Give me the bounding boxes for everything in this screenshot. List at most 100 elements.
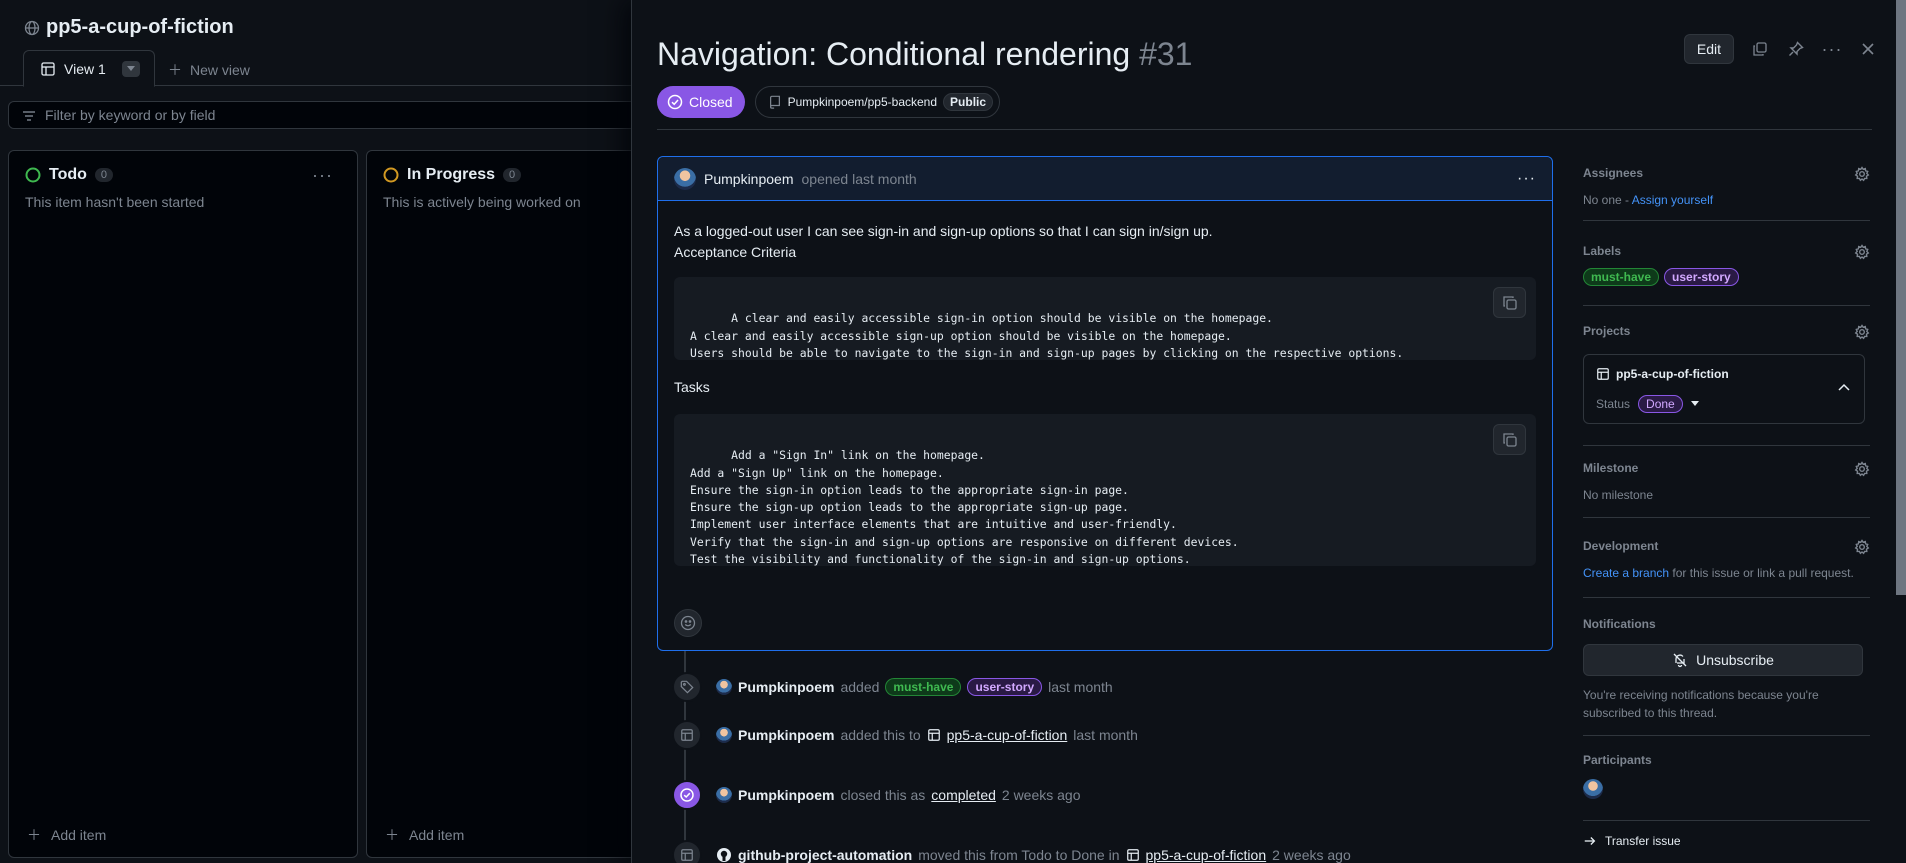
completed-link[interactable]: completed (931, 787, 996, 803)
transfer-issue-button[interactable]: Transfer issue (1583, 834, 1681, 848)
divider (1583, 517, 1870, 518)
filter-input[interactable]: Filter by keyword or by field (8, 101, 648, 129)
visibility-badge: Public (943, 93, 994, 111)
label-user-story[interactable]: user-story (1664, 268, 1739, 286)
timeline-event-closed: Pumpkinpoem closed this as completed 2 w… (672, 780, 1081, 810)
column-count: 0 (94, 168, 114, 182)
labels-section: Labels must-have user-story (1583, 244, 1870, 286)
repo-icon (768, 95, 782, 109)
close-icon[interactable] (1858, 39, 1878, 59)
check-circle-icon (667, 94, 683, 110)
section-title: Milestone (1583, 461, 1639, 475)
section-title: Notifications (1583, 617, 1656, 631)
table-icon (672, 720, 702, 750)
table-icon (40, 61, 56, 77)
create-branch-link[interactable]: Create a branch (1583, 566, 1669, 580)
project-title-text: pp5-a-cup-of-fiction (46, 16, 234, 38)
caret-down-icon[interactable] (1690, 401, 1699, 407)
pin-icon[interactable] (1786, 39, 1806, 59)
section-title: Projects (1583, 324, 1631, 338)
table-icon (1596, 367, 1610, 381)
gear-icon[interactable] (1854, 244, 1870, 260)
code-block-tasks: Add a "Sign In" link on the homepage. Ad… (674, 414, 1536, 566)
copy-link-icon[interactable] (1750, 39, 1770, 59)
avatar[interactable] (674, 167, 696, 190)
repo-name: Pumpkinpoem/pp5-backend (787, 95, 938, 109)
gear-icon[interactable] (1854, 461, 1870, 477)
project-title: pp5-a-cup-of-fiction (24, 16, 234, 39)
comment-menu-icon[interactable]: ··· (1517, 170, 1536, 188)
chevron-up-icon[interactable] (1838, 383, 1850, 391)
assignees-section: Assignees No one - Assign yourself (1583, 166, 1870, 207)
comment-meta: opened last month (801, 170, 917, 187)
tag-icon (672, 672, 702, 702)
label-must-have[interactable]: must-have (885, 678, 962, 696)
status-done-badge[interactable]: Done (1638, 395, 1683, 413)
more-options-icon[interactable]: ··· (1822, 39, 1842, 59)
divider (1583, 735, 1870, 736)
timeline-event-project-added: Pumpkinpoem added this to pp5-a-cup-of-f… (672, 720, 1138, 750)
section-title: Participants (1583, 753, 1652, 767)
project-name-row[interactable]: pp5-a-cup-of-fiction (1596, 367, 1729, 381)
section-title: Labels (1583, 244, 1622, 258)
issue-side-panel: Navigation: Conditional rendering #31 Ed… (631, 0, 1906, 863)
gear-icon[interactable] (1854, 324, 1870, 340)
column-name: Todo (49, 166, 87, 183)
tab-view-1[interactable]: View 1 (23, 50, 155, 87)
comment-author[interactable]: Pumpkinpoem (704, 171, 794, 187)
table-icon (1126, 848, 1140, 862)
plus-icon: ＋ (385, 827, 399, 843)
avatar[interactable] (716, 787, 732, 803)
arrow-right-icon (1583, 834, 1597, 848)
filter-placeholder: Filter by keyword or by field (45, 107, 216, 123)
gear-icon[interactable] (1854, 166, 1870, 182)
status-circle-icon (383, 167, 399, 183)
column-todo: Todo 0 ··· This item hasn't been started… (8, 150, 358, 858)
bell-slash-icon (1672, 652, 1688, 668)
add-reaction-smiley-icon[interactable] (674, 609, 702, 637)
add-item-button[interactable]: ＋ Add item (27, 825, 106, 845)
issue-state-row: Closed Pumpkinpoem/pp5-backend Public (657, 86, 1001, 118)
column-header: Todo 0 (25, 166, 114, 184)
gear-icon[interactable] (1854, 539, 1870, 555)
view-options-chevron-icon[interactable] (122, 61, 140, 77)
section-title: Assignees (1583, 166, 1644, 180)
issue-title: Navigation: Conditional rendering #31 (657, 36, 1192, 73)
panel-scrollbar[interactable] (1896, 0, 1906, 595)
comment-header: Pumpkinpoem opened last month ··· (658, 157, 1552, 201)
tab-view-label: View 1 (64, 60, 106, 77)
column-menu-icon[interactable]: ··· (312, 165, 333, 186)
assign-yourself-link[interactable]: Assign yourself (1632, 193, 1713, 207)
filter-icon (21, 108, 37, 124)
copy-icon[interactable] (1493, 287, 1526, 318)
notifications-section: Notifications (1583, 617, 1870, 631)
issue-title-text: Navigation: Conditional rendering (657, 36, 1131, 72)
avatar[interactable] (716, 679, 732, 695)
development-value: Create a branch for this issue or link a… (1583, 566, 1854, 580)
new-view-button[interactable]: ＋ New view (168, 60, 250, 80)
add-item-button[interactable]: ＋ Add item (385, 825, 464, 845)
avatar[interactable] (1583, 779, 1603, 799)
copy-icon[interactable] (1493, 424, 1526, 455)
labels-list: must-have user-story (1583, 268, 1870, 286)
timeline-event-labeled: Pumpkinpoem added must-have user-story l… (672, 672, 1113, 702)
edit-button[interactable]: Edit (1683, 34, 1734, 64)
github-logo-icon (716, 847, 732, 863)
project-link[interactable]: pp5-a-cup-of-fiction (947, 727, 1068, 743)
participants-list (1583, 779, 1870, 802)
unsubscribe-button[interactable]: Unsubscribe (1583, 644, 1863, 676)
avatar[interactable] (716, 727, 732, 743)
table-icon (672, 840, 702, 863)
label-user-story[interactable]: user-story (967, 678, 1043, 696)
column-description: This is actively being worked on (383, 194, 581, 210)
project-board: pp5-a-cup-of-fiction View 1 ＋ New view F… (0, 0, 716, 863)
project-status-row: Status Done (1596, 395, 1699, 413)
divider (657, 129, 1872, 130)
project-link[interactable]: pp5-a-cup-of-fiction (1146, 847, 1267, 863)
divider (1583, 305, 1870, 306)
repo-link[interactable]: Pumpkinpoem/pp5-backend Public (754, 86, 1001, 118)
status-badge: Closed (657, 86, 745, 118)
milestone-section: Milestone No milestone (1583, 461, 1870, 502)
tasks-heading: Tasks (674, 379, 710, 395)
label-must-have[interactable]: must-have (1583, 268, 1660, 286)
